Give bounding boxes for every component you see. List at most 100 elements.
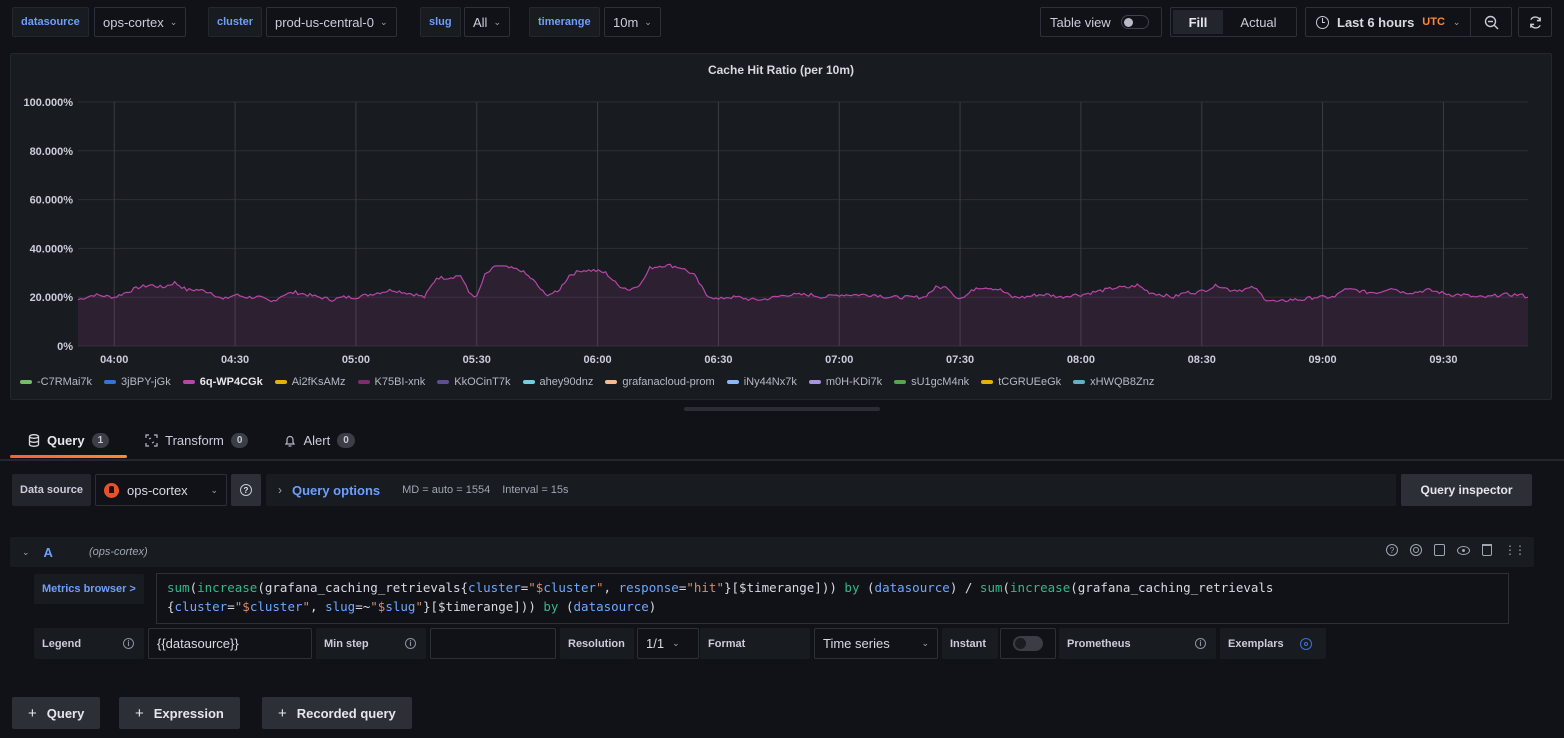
help-icon[interactable]: ? [1386, 544, 1398, 556]
exemplars-control[interactable]: Exemplars [1220, 628, 1326, 659]
query-inspector-button[interactable]: Query inspector [1401, 474, 1532, 506]
chevron-down-icon: ⌄ [672, 638, 680, 648]
query-row-header[interactable]: ⌄ A (ops-cortex) ? ⋮⋮ [10, 537, 1534, 567]
legend-item[interactable]: 3jBPY-jGk [104, 376, 171, 388]
plus-icon: + [135, 704, 144, 722]
y-tick-label: 40.000% [30, 243, 74, 255]
chevron-down-icon: ⌄ [921, 638, 929, 648]
min-step-input[interactable] [430, 628, 556, 659]
resolution-select[interactable]: 1/1 ⌄ [637, 628, 699, 659]
legend-swatch [605, 380, 618, 384]
promql-query-editor[interactable]: sum(increase(grafana_caching_retrievals{… [156, 573, 1509, 624]
duplicate-query-icon[interactable] [1434, 544, 1445, 556]
max-data-points-text: MD = auto = 1554 [402, 484, 491, 496]
trash-icon[interactable] [1482, 544, 1492, 556]
format-value: Time series [823, 636, 890, 651]
tab-label: Transform [165, 432, 224, 448]
legend-item[interactable]: KkOCinT7k [437, 376, 511, 388]
data-source-label: Data source [12, 474, 91, 506]
data-source-value: ops-cortex [126, 482, 188, 498]
instant-toggle[interactable] [1013, 636, 1043, 651]
legend-item[interactable]: tCGRUEeGk [981, 376, 1061, 388]
legend-item[interactable]: Ai2fKsAMz [274, 376, 346, 388]
x-tick-label: 07:00 [825, 354, 853, 366]
tab-count-badge: 0 [230, 432, 249, 448]
x-tick-label: 04:30 [221, 354, 249, 366]
legend-swatch [522, 380, 535, 384]
legend-label: Legend i [34, 628, 144, 659]
legend-swatch [274, 380, 287, 384]
tab-transform[interactable]: Transform 0 [127, 425, 266, 455]
query-options-bar[interactable]: › Query options MD = auto = 1554 Interva… [266, 474, 1396, 506]
chart-legend: -C7RMai7k 3jBPY-jGk 6q-WP4CGk Ai2fKsAMz K75B… [20, 376, 1154, 388]
tab-label: Query [47, 432, 85, 448]
legend-item[interactable]: K75BI-xnk [357, 376, 426, 388]
add-recorded-query-label: Recorded query [296, 705, 396, 721]
data-source-row: Data source ops-cortex ⌄ ? [12, 474, 261, 506]
disable-query-icon[interactable] [1410, 544, 1422, 556]
editor-tabs: Query 1 Transform 0 Alert 0 [10, 425, 373, 459]
y-tick-label: 20.000% [30, 292, 74, 304]
y-tick-label: 80.000% [30, 146, 74, 158]
legend-label: K75BI-xnk [374, 376, 426, 388]
legend-label: ahey90dnz [539, 376, 594, 388]
add-recorded-query-button[interactable]: + Recorded query [262, 697, 412, 729]
drag-handle-icon[interactable]: ⋮⋮ [1504, 544, 1526, 556]
add-expression-button[interactable]: + Expression [119, 697, 240, 729]
info-icon: i [123, 638, 134, 649]
instant-label: Instant [942, 628, 998, 659]
format-select[interactable]: Time series ⌄ [814, 628, 938, 659]
legend-item[interactable]: 6q-WP4CGk [182, 376, 263, 388]
exemplars-eye-icon[interactable] [1299, 637, 1312, 650]
x-tick-label: 08:00 [1067, 354, 1095, 366]
x-tick-label: 07:30 [946, 354, 974, 366]
transform-icon [145, 433, 158, 447]
legend-label-text: Legend [42, 637, 82, 650]
legend-item[interactable]: m0H-KDi7k [808, 376, 882, 388]
x-tick-label: 06:00 [584, 354, 612, 366]
interval-text: Interval = 15s [502, 484, 569, 496]
prometheus-icon [103, 482, 119, 498]
x-tick-label: 06:30 [704, 354, 732, 366]
legend-item[interactable]: xHWQB8Znz [1073, 376, 1154, 388]
data-source-help-button[interactable]: ? [230, 474, 261, 506]
data-source-picker[interactable]: ops-cortex ⌄ [94, 474, 227, 506]
legend-input[interactable]: {{datasource}} [148, 628, 312, 659]
legend-label: -C7RMai7k [37, 376, 93, 388]
series-area-6q-WP4CGk [78, 264, 1528, 346]
chevron-down-icon[interactable]: ⌄ [22, 547, 30, 558]
add-query-button[interactable]: + Query [12, 697, 101, 729]
legend-label: grafanacloud-prom [622, 376, 715, 388]
add-expression-label: Expression [153, 705, 224, 721]
legend-label: Ai2fKsAMz [291, 376, 346, 388]
legend-swatch [726, 380, 739, 384]
eye-icon[interactable] [1457, 546, 1470, 555]
query-options-label[interactable]: Query options [292, 483, 380, 498]
query-type-label: Prometheus i [1059, 628, 1216, 659]
plus-icon: + [278, 704, 287, 722]
legend-item[interactable]: iNy44Nx7k [726, 376, 797, 388]
panel-resize-handle[interactable] [684, 407, 880, 411]
legend-item[interactable]: ahey90dnz [522, 376, 594, 388]
exemplars-label: Exemplars [1228, 637, 1284, 650]
tab-query[interactable]: Query 1 [10, 425, 128, 458]
metrics-browser-button[interactable]: Metrics browser > [34, 574, 144, 604]
legend-swatch [20, 380, 32, 384]
legend-item[interactable]: grafanacloud-prom [605, 376, 715, 388]
resolution-label: Resolution [560, 628, 634, 659]
bell-icon [285, 435, 296, 447]
legend-swatch [808, 380, 821, 384]
y-tick-label: 60.000% [30, 195, 74, 207]
info-icon: i [405, 638, 416, 649]
legend-label: 3jBPY-jGk [121, 376, 171, 388]
legend-item[interactable]: -C7RMai7k [20, 376, 92, 388]
legend-item[interactable]: sU1gcM4nk [894, 376, 969, 388]
resolution-value: 1/1 [646, 636, 665, 651]
min-step-label: Min step i [316, 628, 426, 659]
legend-label: xHWQB8Znz [1090, 376, 1155, 388]
query-ref-id[interactable]: A [44, 545, 53, 560]
tab-alert[interactable]: Alert 0 [266, 425, 372, 455]
query-row-actions: ? ⋮⋮ [1386, 544, 1526, 556]
x-tick-label: 09:30 [1429, 354, 1457, 366]
time-series-chart[interactable]: 0% 20.000% 40.000% 60.000% 80.000% 100.000% 04… [0, 0, 1564, 400]
